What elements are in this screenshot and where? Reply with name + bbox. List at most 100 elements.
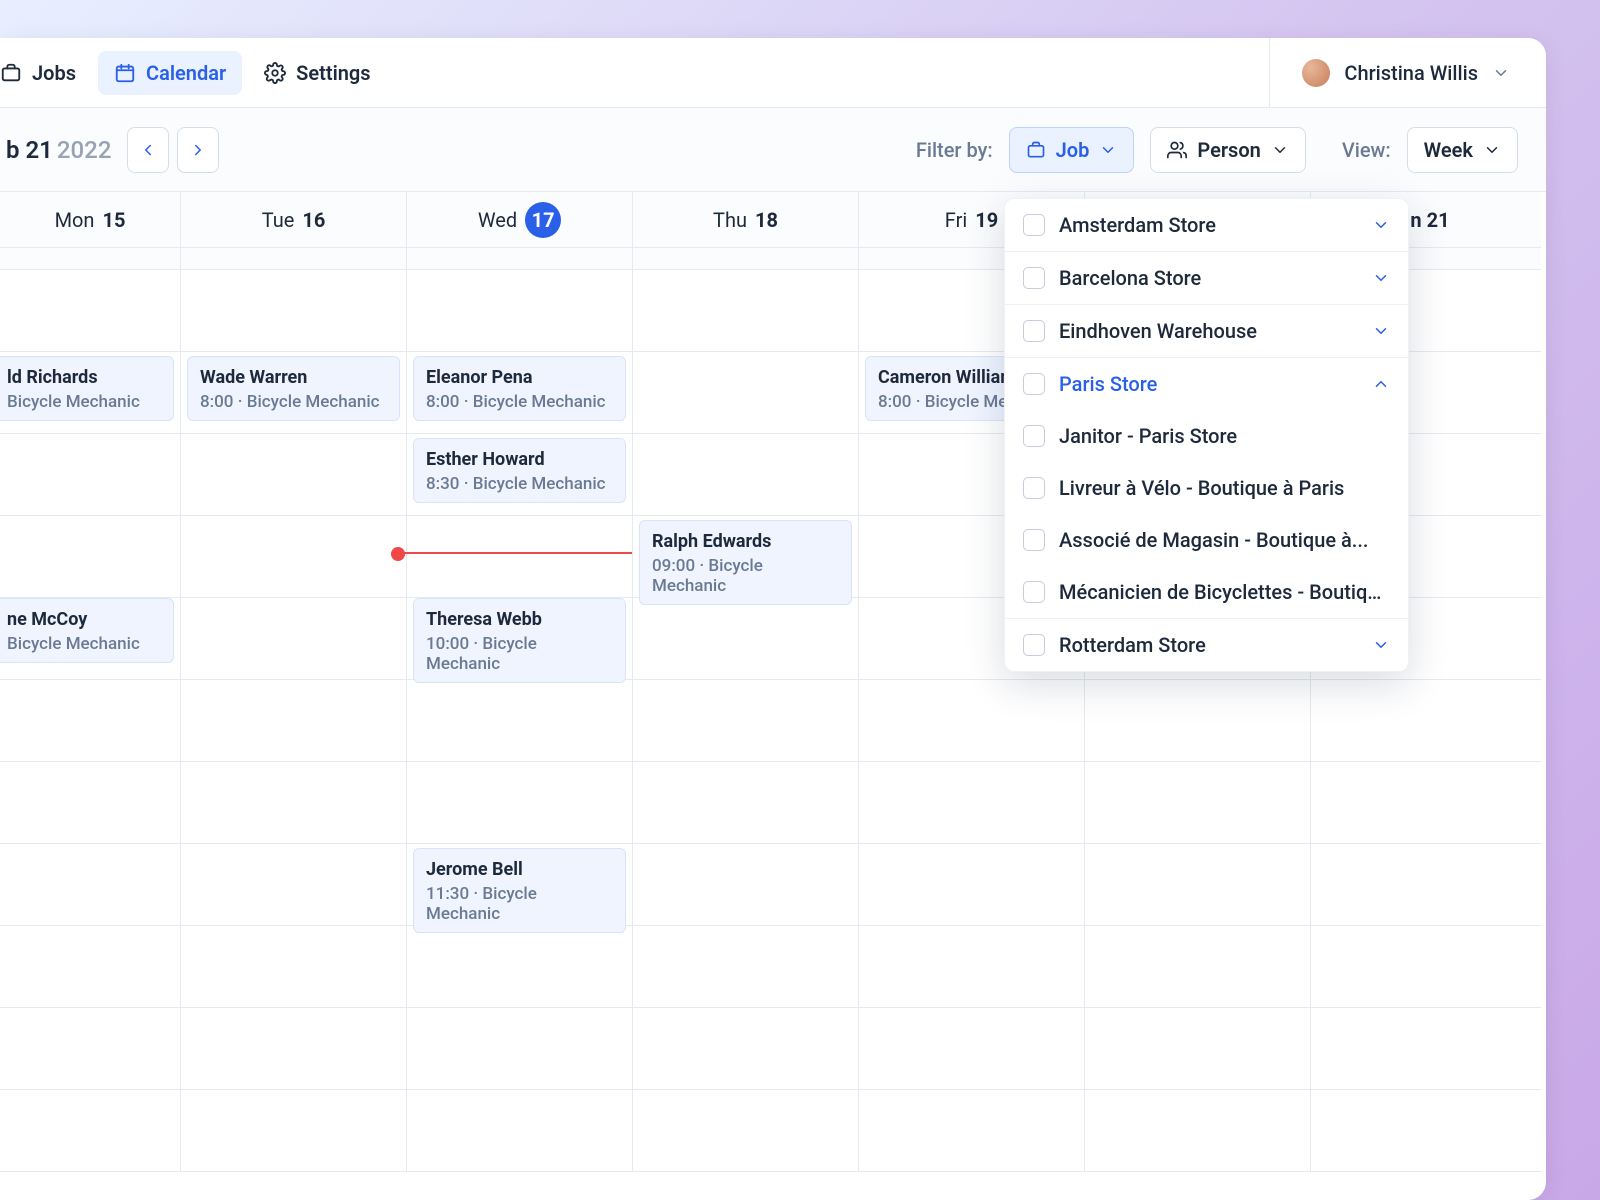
- chevron-down-icon: [1483, 141, 1501, 159]
- calendar-event[interactable]: Jerome Bell 11:30 · Bicycle Mechanic: [413, 848, 626, 933]
- filter-child-row[interactable]: Mécanicien de Bicyclettes - Boutiqu...: [1005, 566, 1408, 618]
- view-select[interactable]: Week: [1407, 127, 1518, 173]
- checkbox[interactable]: [1023, 320, 1045, 342]
- chevron-down-icon: [1372, 269, 1390, 287]
- checkbox[interactable]: [1023, 477, 1045, 499]
- checkbox[interactable]: [1023, 214, 1045, 236]
- checkbox[interactable]: [1023, 634, 1045, 656]
- checkbox[interactable]: [1023, 373, 1045, 395]
- calendar-event[interactable]: Eleanor Pena8:00 · Bicycle Mechanic: [413, 356, 626, 421]
- filter-child-label: Associé de Magasin - Boutique à...: [1059, 528, 1390, 552]
- day-header: Thu18: [633, 192, 859, 248]
- filter-group-row[interactable]: Barcelona Store: [1005, 252, 1408, 304]
- day-column[interactable]: Eleanor Pena8:00 · Bicycle Mechanic Esthe…: [407, 270, 633, 1172]
- filter-child-label: Janitor - Paris Store: [1059, 424, 1390, 448]
- chevron-down-icon: [1372, 216, 1390, 234]
- filter-child-row[interactable]: Livreur à Vélo - Boutique à Paris: [1005, 462, 1408, 514]
- chevron-down-icon: [1271, 141, 1289, 159]
- job-filter-dropdown: Amsterdam Store Barcelona Store Eindhove…: [1004, 198, 1409, 672]
- filter-child-row[interactable]: Janitor - Paris Store: [1005, 410, 1408, 462]
- calendar-event[interactable]: Theresa Webb10:00 · Bicycle Mechanic: [413, 598, 626, 683]
- event-meta: 8:00 · Bicycle Mechanic: [200, 392, 387, 412]
- briefcase-icon: [0, 62, 22, 84]
- nav-settings[interactable]: Settings: [248, 51, 386, 95]
- filter-person-button[interactable]: Person: [1150, 127, 1305, 173]
- filter-group-label: Amsterdam Store: [1059, 213, 1358, 237]
- persons-icon: [1167, 140, 1187, 160]
- filter-group-label: Paris Store: [1059, 372, 1358, 396]
- event-title: Ralph Edwards: [652, 531, 839, 552]
- filter-job-button[interactable]: Job: [1009, 127, 1135, 173]
- day-header: Tue16: [181, 192, 407, 248]
- event-meta: 11:30 · Bicycle Mechanic: [426, 884, 613, 924]
- filter-job-label: Job: [1056, 138, 1090, 162]
- checkbox[interactable]: [1023, 425, 1045, 447]
- nav-calendar[interactable]: Calendar: [98, 51, 242, 95]
- chevron-down-icon: [1372, 375, 1390, 393]
- nav-settings-label: Settings: [296, 61, 370, 85]
- calendar-event[interactable]: Esther Howard 8:30 · Bicycle Mechanic: [413, 438, 626, 503]
- view-label: View:: [1342, 138, 1391, 162]
- view-value: Week: [1424, 138, 1473, 162]
- checkbox[interactable]: [1023, 529, 1045, 551]
- event-title: Theresa Webb: [426, 609, 613, 630]
- nav-jobs[interactable]: Jobs: [0, 51, 92, 95]
- filter-group-label: Eindhoven Warehouse: [1059, 319, 1358, 343]
- event-meta: 09:00 · Bicycle Mechanic: [652, 556, 839, 596]
- calendar-toolbar: b 212022 Filter by: Job Person: [0, 108, 1546, 192]
- filter-group-label: Rotterdam Store: [1059, 633, 1358, 657]
- briefcase-icon: [1026, 140, 1046, 160]
- filter-group-row[interactable]: Amsterdam Store: [1005, 199, 1408, 251]
- event-meta: Bicycle Mechanic: [7, 634, 161, 654]
- chevron-down-icon: [1372, 322, 1390, 340]
- current-time-indicator: [399, 552, 632, 554]
- nav-left: Jobs Calendar Settings: [0, 51, 387, 95]
- event-title: Eleanor Pena: [426, 367, 613, 388]
- event-title: Jerome Bell: [426, 859, 613, 880]
- chevron-down-icon: [1492, 64, 1510, 82]
- calendar-event[interactable]: Ralph Edwards 09:00 · Bicycle Mechanic: [639, 520, 852, 605]
- top-nav: Jobs Calendar Settings Christina Willis: [0, 38, 1546, 108]
- nav-calendar-label: Calendar: [146, 61, 226, 85]
- nav-jobs-label: Jobs: [32, 61, 76, 85]
- filter-group-row[interactable]: Eindhoven Warehouse: [1005, 305, 1408, 357]
- day-header: Wed17: [407, 192, 633, 248]
- arrow-nav: [127, 127, 219, 173]
- avatar: [1302, 59, 1330, 87]
- calendar-event[interactable]: ne McCoy Bicycle Mechanic: [0, 598, 174, 663]
- date-range-end: b 21: [6, 136, 53, 164]
- day-column[interactable]: Ralph Edwards 09:00 · Bicycle Mechanic: [633, 270, 859, 1172]
- day-column[interactable]: Wade Warren 8:00 · Bicycle Mechanic: [181, 270, 407, 1172]
- toolbar-right: Filter by: Job Person View: Week: [916, 127, 1518, 173]
- filter-person-label: Person: [1197, 138, 1260, 162]
- filter-group-label: Barcelona Store: [1059, 266, 1358, 290]
- calendar-event[interactable]: Wade Warren 8:00 · Bicycle Mechanic: [187, 356, 400, 421]
- filter-child-row[interactable]: Associé de Magasin - Boutique à...: [1005, 514, 1408, 566]
- gear-icon: [264, 62, 286, 84]
- user-name: Christina Willis: [1344, 61, 1478, 85]
- calendar-icon: [114, 62, 136, 84]
- chevron-right-icon: [189, 141, 207, 159]
- day-column[interactable]: ld Richards Bicycle Mechanic ne McCoy Bicyc…: [0, 270, 181, 1172]
- event-meta: 8:30 · Bicycle Mechanic: [426, 474, 613, 494]
- prev-week-button[interactable]: [127, 127, 169, 173]
- date-range-year: 2022: [57, 136, 112, 164]
- checkbox[interactable]: [1023, 581, 1045, 603]
- date-range: b 212022: [6, 136, 111, 164]
- event-title: ld Richards: [7, 367, 161, 388]
- filter-group-row[interactable]: Paris Store: [1005, 358, 1408, 410]
- chevron-down-icon: [1372, 636, 1390, 654]
- event-title: Esther Howard: [426, 449, 613, 470]
- event-title: ne McCoy: [7, 609, 161, 630]
- filter-group-row[interactable]: Rotterdam Store: [1005, 619, 1408, 671]
- day-header: Mon15: [0, 192, 181, 248]
- calendar-event[interactable]: ld Richards Bicycle Mechanic: [0, 356, 174, 421]
- event-meta: Bicycle Mechanic: [7, 392, 161, 412]
- toolbar-left: b 212022: [6, 127, 219, 173]
- chevron-down-icon: [1099, 141, 1117, 159]
- next-week-button[interactable]: [177, 127, 219, 173]
- user-menu[interactable]: Christina Willis: [1269, 38, 1510, 107]
- checkbox[interactable]: [1023, 267, 1045, 289]
- event-title: Wade Warren: [200, 367, 387, 388]
- filter-by-label: Filter by:: [916, 138, 993, 162]
